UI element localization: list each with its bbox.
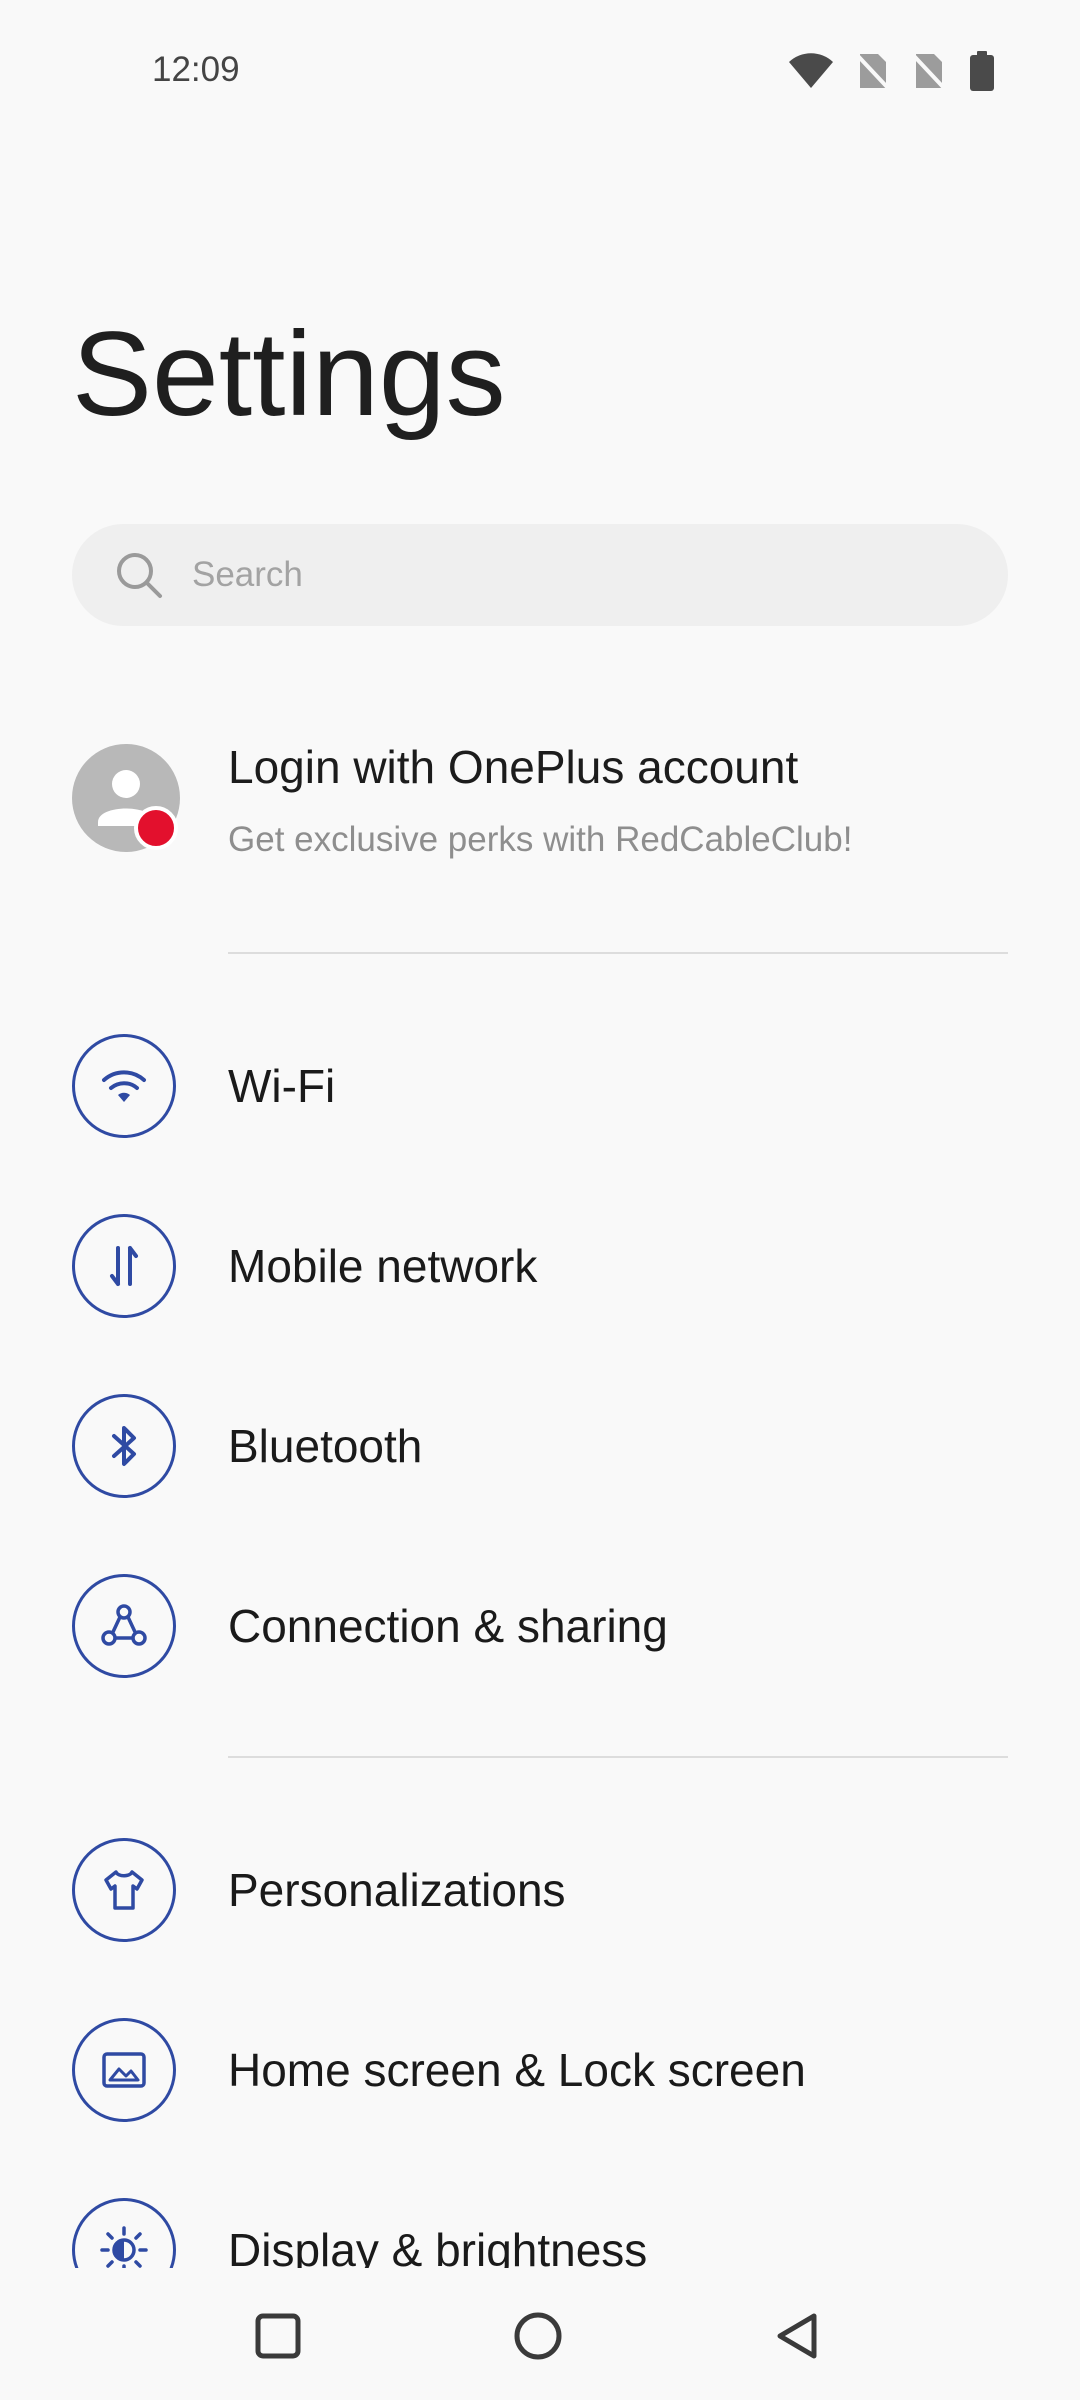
- recents-button[interactable]: [242, 2300, 314, 2372]
- settings-item-personalizations[interactable]: Personalizations: [72, 1820, 1008, 1960]
- settings-item-wifi[interactable]: Wi-Fi: [72, 1016, 1008, 1156]
- status-time: 12:09: [152, 50, 240, 89]
- divider: [228, 1756, 1008, 1758]
- settings-item-connection-sharing[interactable]: Connection & sharing: [72, 1556, 1008, 1696]
- settings-item-label: Bluetooth: [228, 1420, 423, 1472]
- wifi-icon: [72, 1034, 176, 1138]
- bluetooth-icon: [72, 1394, 176, 1498]
- account-title: Login with OnePlus account: [228, 741, 799, 793]
- account-subtitle: Get exclusive perks with RedCableClub!: [228, 820, 853, 859]
- search-bar[interactable]: [72, 524, 1008, 626]
- back-button[interactable]: [762, 2300, 834, 2372]
- sim-none-icon: [856, 54, 890, 90]
- search-input[interactable]: [190, 554, 890, 596]
- account-login-row[interactable]: Login with OnePlus account Get exclusive…: [72, 740, 1008, 880]
- settings-item-label: Mobile network: [228, 1240, 538, 1292]
- settings-item-label: Personalizations: [228, 1864, 566, 1916]
- page-title: Settings: [72, 307, 506, 441]
- settings-item-label: Wi-Fi: [228, 1060, 336, 1112]
- settings-screen: 12:09 Settings Search Login with OnePlus…: [0, 0, 1080, 2268]
- settings-item-bluetooth[interactable]: Bluetooth: [72, 1376, 1008, 1516]
- picture-icon: [72, 2018, 176, 2122]
- data-arrows-icon: [72, 1214, 176, 1318]
- connection-icon: [72, 1574, 176, 1678]
- sim-none-icon: [912, 54, 946, 90]
- avatar: [72, 744, 180, 852]
- square-icon: [255, 2313, 301, 2359]
- wifi-icon: [789, 53, 833, 88]
- tshirt-icon: [72, 1838, 176, 1942]
- navigation-bar: [0, 2268, 1080, 2400]
- circle-icon: [514, 2312, 562, 2360]
- brightness-icon: [72, 2198, 176, 2268]
- battery-icon: [970, 51, 994, 91]
- divider: [228, 952, 1008, 954]
- status-bar: 12:09: [0, 0, 1080, 130]
- settings-item-display-brightness[interactable]: Display & brightness: [72, 2180, 1008, 2268]
- settings-item-mobile-network[interactable]: Mobile network: [72, 1196, 1008, 1336]
- notification-badge: [134, 806, 178, 850]
- search-icon: [117, 553, 162, 598]
- status-icons: [788, 50, 996, 92]
- settings-item-label: Display & brightness: [228, 2224, 648, 2268]
- home-button[interactable]: [502, 2300, 574, 2372]
- settings-item-label: Connection & sharing: [228, 1600, 668, 1652]
- settings-item-label: Home screen & Lock screen: [228, 2044, 806, 2096]
- triangle-back-icon: [777, 2313, 817, 2359]
- settings-item-home-lock-screen[interactable]: Home screen & Lock screen: [72, 2000, 1008, 2140]
